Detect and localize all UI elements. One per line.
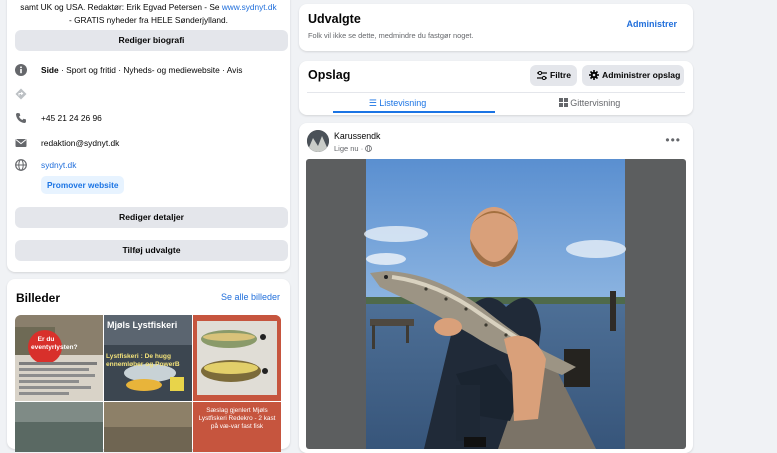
tab-list-label: Listevisning — [379, 98, 427, 108]
website-link[interactable]: sydnyt.dk — [41, 159, 76, 171]
directions-icon — [15, 88, 27, 100]
globe-icon — [15, 159, 27, 171]
promote-website-button[interactable]: Promover website — [41, 176, 125, 194]
field-graphic — [104, 402, 192, 452]
thumb2-title: Mjøls Lystfiskeri — [107, 320, 178, 330]
gear-icon — [589, 70, 599, 80]
featured-title: Udvalgte — [308, 12, 361, 26]
edit-details-button[interactable]: Rediger detaljer — [15, 207, 288, 228]
email-address: redaktion@sydnyt.dk — [41, 138, 120, 148]
avatar[interactable] — [307, 130, 329, 152]
filter-label: Filtre — [550, 70, 572, 80]
intro-card: samt UK og USA. Redaktør: Erik Egvad Pet… — [7, 0, 290, 272]
lake-graphic — [15, 402, 103, 452]
avatar-image — [307, 130, 329, 152]
photo-thumbnail[interactable] — [193, 315, 281, 401]
posts-card: Opslag Filtre Administrer opslag ☰ Liste… — [299, 61, 693, 115]
photo-thumbnail[interactable]: Sæslag gjenlert Mjøls Lystfiskeri Redekr… — [193, 402, 281, 452]
posts-divider — [307, 92, 685, 93]
flyer-graphic — [15, 315, 103, 395]
post-time: Lige nu · — [334, 144, 373, 153]
featured-card: Udvalgte Folk vil ikke se dette, medmind… — [299, 4, 693, 51]
see-all-photos-link[interactable]: Se alle billeder — [221, 292, 280, 302]
phone-number: +45 21 24 26 96 — [41, 113, 102, 123]
filter-button[interactable]: Filtre — [530, 65, 577, 86]
email-icon — [15, 139, 27, 147]
photo-thumbnail[interactable] — [15, 402, 103, 452]
manage-featured-link[interactable]: Administrer — [626, 19, 677, 29]
fisherman-photo — [364, 159, 626, 449]
lures-graphic — [193, 315, 281, 401]
edit-bio-button[interactable]: Rediger biografi — [15, 30, 288, 51]
photo-thumbnail[interactable] — [104, 402, 192, 452]
add-featured-button[interactable]: Tilføj udvalgte — [15, 240, 288, 261]
photo-thumbnail[interactable]: Er du eventyrlysten? — [15, 315, 103, 401]
bio-line-1: samt UK og USA. Redaktør: Erik Egvad Pet… — [20, 2, 222, 12]
phone-icon — [16, 113, 26, 123]
manage-posts-label: Administrer opslag — [602, 70, 681, 80]
photos-title: Billeder — [16, 291, 61, 305]
info-icon — [15, 64, 27, 76]
post-author[interactable]: Karussendk — [334, 131, 380, 141]
tab-grid-label: Gittervisning — [570, 98, 621, 108]
bio-text: samt UK og USA. Redaktør: Erik Egvad Pet… — [17, 1, 280, 26]
tab-grid-view[interactable]: Gittervisning — [491, 94, 688, 113]
manage-posts-button[interactable]: Administrer opslag — [582, 65, 684, 86]
thumb6-text: Sæslag gjenlert Mjøls Lystfiskeri Redekr… — [198, 407, 276, 430]
list-icon: ☰ — [368, 98, 377, 108]
globe-icon — [365, 145, 373, 152]
page-categories: · Sport og fritid · Nyheds- og mediewebs… — [58, 65, 243, 75]
posts-title: Opslag — [308, 68, 351, 82]
bio-link[interactable]: www.sydnyt.dk — [222, 2, 277, 12]
thumb1-text: Er du eventyrlysten? — [31, 336, 78, 351]
filter-icon — [537, 71, 547, 80]
post-photo[interactable] — [306, 159, 686, 449]
page-label: Side — [41, 65, 59, 75]
featured-subtitle: Folk vil ikke se dette, medmindre du fas… — [308, 31, 474, 40]
grid-icon — [558, 98, 568, 107]
post-options-button[interactable]: ••• — [665, 133, 681, 147]
photos-card: Billeder Se alle billeder Er du eventyrl… — [7, 279, 290, 452]
post-time-text: Lige nu · — [334, 144, 366, 153]
thumb2-subtitle: Lystfiskeri : De hugg ennemløber og Powe… — [106, 353, 180, 368]
photo-thumbnail[interactable]: Mjøls Lystfiskeri Lystfiskeri : De hugg … — [104, 315, 192, 401]
post-card: Karussendk Lige nu · ••• — [299, 123, 693, 453]
active-tab-indicator — [333, 111, 495, 113]
bio-line-2: - GRATIS nyheder fra HELE Sønderjylland. — [69, 14, 228, 25]
